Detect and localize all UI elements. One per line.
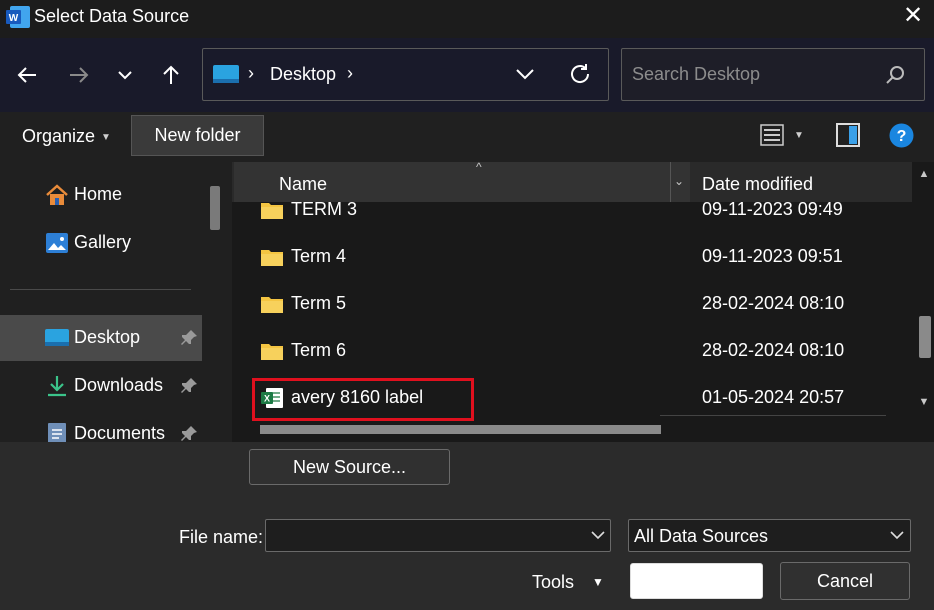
search-placeholder: Search Desktop xyxy=(632,64,761,84)
recent-locations-chevron-icon[interactable] xyxy=(110,60,140,90)
downloads-icon xyxy=(48,376,66,397)
file-name: TERM 3 xyxy=(291,199,358,219)
desktop-location-icon xyxy=(213,65,239,83)
sidebar-divider xyxy=(10,289,191,290)
sidebar-item-label: Desktop xyxy=(74,327,141,347)
file-row-term-4[interactable]: Term 4 09-11-2023 09:51 xyxy=(232,234,912,281)
address-dropdown-icon[interactable] xyxy=(514,63,536,85)
sidebar-item-gallery[interactable]: Gallery xyxy=(0,220,202,266)
sidebar-item-label: Downloads xyxy=(74,375,164,395)
file-type-filter-value: All Data Sources xyxy=(634,526,769,546)
folder-icon xyxy=(261,250,283,266)
cancel-button[interactable]: Cancel xyxy=(780,562,910,600)
home-icon xyxy=(46,184,68,205)
vertical-scrollbar-thumb[interactable] xyxy=(919,316,931,358)
dialog-footer: New Source... File name: All Data Source… xyxy=(0,442,934,610)
navigation-pane: Home Gallery Desktop Downloads Documents xyxy=(0,162,232,442)
title-bar: W Select Data Source ✕ xyxy=(0,0,934,38)
file-date: 28-02-2024 08:10 xyxy=(702,293,845,313)
file-name: Term 4 xyxy=(291,246,347,266)
sidebar-scrollbar-thumb[interactable] xyxy=(210,186,220,230)
breadcrumb-chevron-icon[interactable]: › xyxy=(347,63,353,84)
pin-icon[interactable] xyxy=(180,377,198,395)
new-source-button[interactable]: New Source... xyxy=(249,449,450,485)
folder-icon xyxy=(261,203,283,219)
refresh-icon[interactable] xyxy=(567,61,593,87)
file-type-filter-select[interactable]: All Data Sources xyxy=(628,519,911,552)
address-bar[interactable]: › Desktop › xyxy=(202,48,609,101)
file-name: Term 6 xyxy=(291,340,347,360)
chevron-down-icon[interactable] xyxy=(590,527,606,543)
sidebar-item-downloads[interactable]: Downloads xyxy=(0,363,202,409)
tools-caret-icon[interactable]: ▼ xyxy=(592,575,604,589)
gallery-icon xyxy=(46,233,68,253)
file-name-field[interactable] xyxy=(265,519,611,552)
file-list: Name ^ ⌄ Date modified TERM 3 09-11-2023… xyxy=(232,162,934,442)
sidebar-item-desktop[interactable]: Desktop xyxy=(0,315,202,361)
breadcrumb-separator-icon: › xyxy=(248,63,254,83)
search-icon[interactable] xyxy=(884,64,906,86)
file-row-term-6[interactable]: Term 6 28-02-2024 08:10 xyxy=(232,328,912,375)
navigation-bar: › Desktop › Search Desktop xyxy=(0,38,934,112)
window-title: Select Data Source xyxy=(34,6,190,26)
file-date: 09-11-2023 09:51 xyxy=(702,246,843,266)
folder-icon xyxy=(261,297,283,313)
view-caret-icon[interactable]: ▼ xyxy=(794,130,804,141)
file-name-label: File name: xyxy=(179,527,264,547)
sidebar-item-label: Home xyxy=(74,184,123,204)
scroll-down-arrow-icon[interactable]: ▼ xyxy=(917,396,931,410)
help-icon[interactable]: ? xyxy=(889,123,914,148)
file-date: 01-05-2024 20:57 xyxy=(702,387,845,407)
file-name: Term 5 xyxy=(291,293,347,313)
file-date: 28-02-2024 08:10 xyxy=(702,340,845,360)
view-options-icon[interactable] xyxy=(760,124,784,146)
svg-text:?: ? xyxy=(897,128,907,145)
new-folder-button[interactable]: New folder xyxy=(131,115,264,156)
command-toolbar: Organize ▼ New folder ▼ ? xyxy=(0,112,934,162)
folder-icon xyxy=(261,344,283,360)
documents-icon xyxy=(48,423,66,442)
column-filter-chevron-icon[interactable]: ⌄ xyxy=(674,174,684,188)
open-button[interactable] xyxy=(630,563,763,599)
pin-icon[interactable] xyxy=(180,329,198,347)
close-icon[interactable]: ✕ xyxy=(900,2,926,30)
organize-button[interactable]: Organize xyxy=(22,126,95,147)
row-divider xyxy=(660,415,886,416)
sidebar-item-label: Documents xyxy=(74,423,166,442)
forward-arrow-icon[interactable] xyxy=(64,60,94,90)
breadcrumb-desktop[interactable]: Desktop xyxy=(270,64,336,85)
horizontal-scrollbar-thumb[interactable] xyxy=(260,425,661,434)
organize-caret-icon[interactable]: ▼ xyxy=(101,132,111,143)
sort-ascending-icon: ^ xyxy=(476,162,482,174)
file-row-term-5[interactable]: Term 5 28-02-2024 08:10 xyxy=(232,281,912,328)
up-arrow-icon[interactable] xyxy=(156,60,186,90)
svg-text:W: W xyxy=(9,13,19,24)
chevron-down-icon[interactable] xyxy=(889,527,905,543)
word-app-icon: W xyxy=(6,6,30,28)
file-row-term-3[interactable]: TERM 3 09-11-2023 09:49 xyxy=(232,187,912,234)
tools-button[interactable]: Tools xyxy=(532,572,574,593)
sidebar-item-label: Gallery xyxy=(74,232,132,252)
preview-pane-icon[interactable] xyxy=(836,123,860,147)
file-date: 09-11-2023 09:49 xyxy=(702,199,843,219)
back-arrow-icon[interactable] xyxy=(12,60,42,90)
desktop-icon xyxy=(45,329,69,346)
pin-icon[interactable] xyxy=(180,425,198,442)
scroll-up-arrow-icon[interactable]: ▲ xyxy=(917,168,931,182)
sidebar-item-home[interactable]: Home xyxy=(0,172,202,218)
search-input[interactable]: Search Desktop xyxy=(621,48,925,101)
highlight-annotation-box xyxy=(252,378,474,421)
sidebar-item-documents[interactable]: Documents xyxy=(0,411,202,442)
